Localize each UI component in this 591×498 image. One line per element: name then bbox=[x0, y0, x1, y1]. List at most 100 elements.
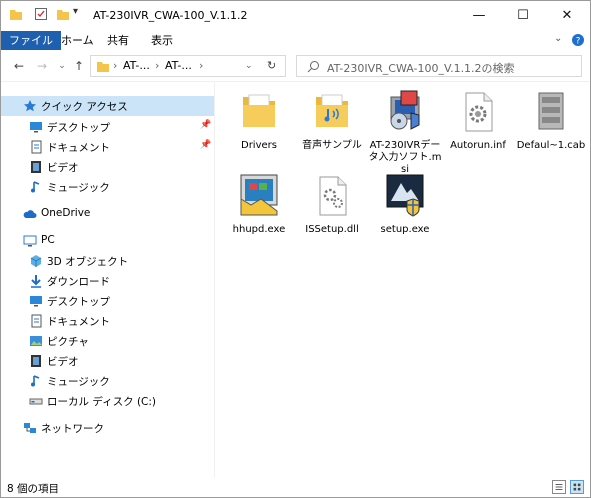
exe-icon bbox=[240, 174, 278, 216]
pin-icon[interactable]: 📌 bbox=[200, 120, 211, 130]
maximize-button[interactable]: ☐ bbox=[501, 1, 545, 31]
file-name: Autorun.inf bbox=[450, 140, 506, 151]
pictures-icon bbox=[30, 336, 42, 346]
breadcrumb-separator-icon: › bbox=[113, 59, 118, 72]
close-button[interactable]: ✕ bbox=[545, 1, 589, 31]
nav-item-onedrive[interactable]: OneDrive bbox=[1, 204, 214, 224]
nav-item-desktop-pc[interactable]: デスクトップ bbox=[1, 291, 214, 311]
search-icon bbox=[307, 61, 319, 73]
nav-item-label: ミュージック bbox=[47, 182, 110, 194]
address-row: ← → ⌄ ↑ › AT-... › AT-... › ⌄ ↻ AT-230IV… bbox=[1, 50, 590, 82]
dll-file-icon bbox=[319, 176, 347, 216]
file-item-autorun[interactable]: Autorun.inf bbox=[441, 87, 515, 152]
nav-item-video-pc[interactable]: ビデオ bbox=[1, 351, 214, 371]
tab-home[interactable]: ホーム bbox=[53, 31, 102, 50]
pc-icon bbox=[23, 235, 37, 247]
nav-item-label: ミュージック bbox=[47, 376, 110, 388]
file-item-issetup[interactable]: ISSetup.dll bbox=[295, 171, 369, 236]
title-bar: ▾ AT-230IVR_CWA-100_V.1.1.2 — ☐ ✕ bbox=[1, 1, 590, 31]
file-name: 音声サンプル bbox=[302, 140, 362, 151]
cab-archive-icon bbox=[538, 92, 564, 130]
quick-access-dropdown-icon[interactable]: ▾ bbox=[73, 6, 78, 17]
file-name: ISSetup.dll bbox=[305, 224, 359, 235]
search-input[interactable]: AT-230IVR_CWA-100_V.1.1.2の検索 bbox=[296, 55, 582, 77]
pin-icon[interactable]: 📌 bbox=[200, 140, 211, 150]
network-icon bbox=[24, 423, 36, 433]
nav-item-label: ドキュメント bbox=[47, 316, 110, 328]
forward-arrow-icon[interactable]: → bbox=[34, 58, 50, 74]
nav-item-network[interactable]: ネットワーク bbox=[1, 418, 214, 438]
item-count: 8 個の項目 bbox=[7, 483, 60, 495]
cloud-icon bbox=[23, 210, 37, 218]
nav-item-label: クイック アクセス bbox=[41, 101, 128, 113]
disk-icon bbox=[29, 398, 43, 405]
setup-icon bbox=[386, 174, 424, 217]
download-icon bbox=[31, 275, 41, 288]
nav-item-label: ダウンロード bbox=[47, 276, 110, 288]
nav-item-music[interactable]: ミュージック bbox=[1, 177, 214, 197]
ribbon-tabs: ファイル ホーム 共有 表示 ⌄ ? bbox=[1, 31, 590, 50]
nav-item-label: ドキュメント bbox=[47, 142, 110, 154]
tab-view[interactable]: 表示 bbox=[143, 31, 181, 50]
nav-item-documents[interactable]: ドキュメント 📌 bbox=[1, 137, 214, 157]
nav-item-label: ネットワーク bbox=[41, 423, 104, 435]
window-title: AT-230IVR_CWA-100_V.1.1.2 bbox=[93, 9, 248, 22]
tab-share[interactable]: 共有 bbox=[99, 31, 137, 50]
breadcrumb-item[interactable]: AT-... bbox=[165, 59, 192, 72]
nav-item-3d-objects[interactable]: 3D オブジェクト bbox=[1, 251, 214, 271]
svg-text:?: ? bbox=[576, 37, 581, 47]
folder-icon bbox=[243, 94, 275, 127]
file-item-hhupd[interactable]: hhupd.exe bbox=[222, 171, 296, 236]
nav-item-desktop[interactable]: デスクトップ 📌 bbox=[1, 117, 214, 137]
nav-item-label: PC bbox=[41, 234, 55, 246]
file-item-audio-samples[interactable]: 音声サンプル bbox=[295, 87, 369, 152]
properties-icon[interactable] bbox=[34, 7, 48, 21]
breadcrumb-item[interactable]: AT-... bbox=[123, 59, 150, 72]
tab-file[interactable]: ファイル bbox=[1, 31, 61, 50]
up-arrow-icon[interactable]: ↑ bbox=[71, 58, 87, 74]
settings-file-icon bbox=[465, 92, 493, 132]
documents-icon bbox=[31, 140, 42, 154]
breadcrumb-separator-icon[interactable]: › bbox=[199, 59, 203, 72]
video-icon bbox=[31, 161, 41, 173]
details-view-icon[interactable] bbox=[552, 480, 566, 494]
status-bar: 8 個の項目 bbox=[1, 478, 590, 497]
recent-dropdown-icon[interactable]: ⌄ bbox=[54, 58, 70, 74]
audio-folder-icon bbox=[316, 94, 348, 127]
explorer-window: ▾ AT-230IVR_CWA-100_V.1.1.2 — ☐ ✕ ファイル ホ… bbox=[0, 0, 591, 498]
new-folder-icon[interactable] bbox=[56, 7, 70, 21]
nav-item-video[interactable]: ビデオ bbox=[1, 157, 214, 177]
nav-item-quick-access[interactable]: クイック アクセス bbox=[1, 96, 214, 116]
file-item-cab[interactable]: Defaul~1.cab bbox=[514, 87, 588, 152]
star-icon bbox=[24, 100, 36, 112]
nav-item-label: 3D オブジェクト bbox=[47, 256, 129, 268]
nav-item-label: デスクトップ bbox=[47, 122, 110, 134]
search-placeholder: AT-230IVR_CWA-100_V.1.1.2の検索 bbox=[327, 62, 515, 75]
nav-item-label: OneDrive bbox=[41, 207, 91, 219]
file-list: Drivers 音声サンプル AT-230IVRデータ入力ソフト.msi Aut… bbox=[215, 82, 590, 478]
address-dropdown-icon[interactable]: ⌄ bbox=[245, 61, 253, 71]
ribbon-expand-icon[interactable]: ⌄ bbox=[554, 33, 562, 44]
file-item-setup[interactable]: setup.exe bbox=[368, 171, 442, 236]
help-icon[interactable]: ? bbox=[571, 33, 585, 47]
file-item-msi[interactable]: AT-230IVRデータ入力ソフト.msi bbox=[368, 87, 442, 176]
large-icons-view-icon[interactable] bbox=[570, 480, 584, 494]
nav-item-music-pc[interactable]: ミュージック bbox=[1, 371, 214, 391]
back-arrow-icon[interactable]: ← bbox=[11, 58, 27, 74]
nav-item-local-disk[interactable]: ローカル ディスク (C:) bbox=[1, 391, 214, 411]
file-item-drivers[interactable]: Drivers bbox=[222, 87, 296, 152]
desktop-icon bbox=[30, 296, 42, 307]
music-icon bbox=[31, 181, 40, 193]
nav-item-documents-pc[interactable]: ドキュメント bbox=[1, 311, 214, 331]
folder-icon bbox=[10, 10, 22, 20]
nav-item-pc[interactable]: PC bbox=[1, 231, 214, 251]
address-bar[interactable]: › AT-... › AT-... › ⌄ ↻ bbox=[90, 55, 286, 77]
refresh-icon[interactable]: ↻ bbox=[267, 59, 276, 72]
minimize-button[interactable]: — bbox=[457, 1, 501, 31]
nav-item-label: ビデオ bbox=[47, 162, 79, 174]
nav-item-downloads[interactable]: ダウンロード bbox=[1, 271, 214, 291]
nav-item-pictures[interactable]: ピクチャ bbox=[1, 331, 214, 351]
nav-item-label: ローカル ディスク (C:) bbox=[47, 396, 157, 408]
folder-icon bbox=[97, 62, 109, 72]
breadcrumb-separator-icon[interactable]: › bbox=[155, 59, 159, 72]
